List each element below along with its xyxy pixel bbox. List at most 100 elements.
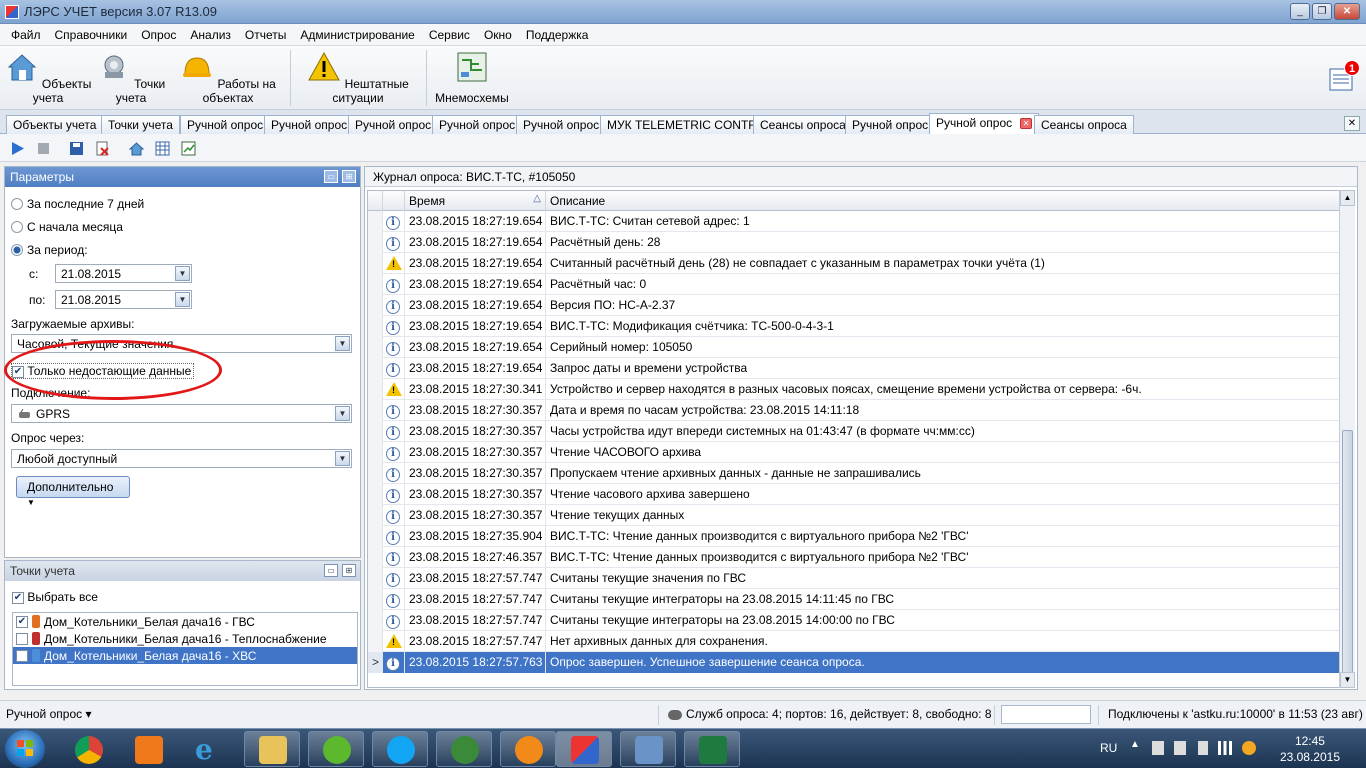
taskbar-lers-active[interactable] bbox=[556, 731, 612, 767]
archives-select[interactable]: Часовой, Текущие значения ▼ bbox=[11, 334, 352, 353]
close-button[interactable]: ✕ bbox=[1334, 3, 1360, 20]
chart-icon[interactable] bbox=[180, 140, 197, 157]
menu-analysis[interactable]: Анализ bbox=[183, 28, 238, 42]
table-row[interactable]: i 23.08.2015 18:27:19.654 ВИС.Т-ТС: Модифи… bbox=[368, 316, 1340, 337]
mnemo-button[interactable]: Мнемосхемы bbox=[432, 50, 512, 108]
taskbar-media-player[interactable] bbox=[120, 731, 176, 767]
table-row[interactable]: ! 23.08.2015 18:27:30.341 Устройство и сер… bbox=[368, 379, 1340, 400]
scroll-down-icon[interactable]: ▼ bbox=[1340, 672, 1355, 688]
table-row[interactable]: i 23.08.2015 18:27:35.904 ВИС.Т-ТС: Чтение… bbox=[368, 526, 1340, 547]
notifications-button[interactable]: 1 bbox=[1328, 60, 1360, 92]
table-row[interactable]: i 23.08.2015 18:27:19.654 ВИС.Т-ТС: Считан… bbox=[368, 211, 1340, 232]
tab-poll-sessions-1[interactable]: Сеансы опроса bbox=[753, 115, 853, 134]
vertical-scrollbar[interactable]: ▲ ▼ bbox=[1339, 190, 1355, 688]
checkbox-icon[interactable] bbox=[16, 632, 28, 645]
table-row[interactable]: i 23.08.2015 18:27:30.357 Дата и время по … bbox=[368, 400, 1340, 421]
panel-pin-button[interactable]: ⊞ bbox=[342, 170, 356, 183]
table-row[interactable]: > i 23.08.2015 18:27:57.763 Опрос завершен.… bbox=[368, 652, 1340, 673]
panel-pin-button[interactable]: ⊞ bbox=[342, 564, 356, 577]
menu-service[interactable]: Сервис bbox=[422, 28, 477, 42]
table-row[interactable]: i 23.08.2015 18:27:57.747 Считаны текущие … bbox=[368, 610, 1340, 631]
tab-manual-poll-active[interactable]: Ручной опрос ✕ bbox=[929, 113, 1040, 134]
table-row[interactable]: i 23.08.2015 18:27:19.654 Запрос даты и вр… bbox=[368, 358, 1340, 379]
table-row[interactable]: i 23.08.2015 18:27:30.357 Чтение ЧАСОВОГО … bbox=[368, 442, 1340, 463]
table-row[interactable]: i 23.08.2015 18:27:30.357 Чтение часового … bbox=[368, 484, 1340, 505]
tab-objects[interactable]: Объекты учета bbox=[6, 115, 104, 134]
table-row[interactable]: i 23.08.2015 18:27:30.357 Часы устройства … bbox=[368, 421, 1340, 442]
chevron-down-icon[interactable]: ▼ bbox=[175, 292, 190, 307]
table-row[interactable]: ! 23.08.2015 18:27:19.654 Считанный расчёт… bbox=[368, 253, 1340, 274]
table-row[interactable]: i 23.08.2015 18:27:19.654 Расчётный час: 0 bbox=[368, 274, 1340, 295]
table-row[interactable]: i 23.08.2015 18:27:19.654 Расчётный день: … bbox=[368, 232, 1340, 253]
list-item[interactable]: Дом_Котельники_Белая дача16 - Теплоснабж… bbox=[13, 630, 357, 647]
table-icon[interactable] bbox=[154, 140, 171, 157]
taskbar-ie[interactable]: e bbox=[180, 731, 236, 767]
select-all-checkbox[interactable]: ✔ Выбрать все bbox=[12, 590, 98, 604]
volume-icon[interactable] bbox=[1198, 741, 1208, 755]
scroll-thumb[interactable] bbox=[1342, 430, 1353, 675]
chevron-down-icon[interactable]: ▼ bbox=[335, 336, 350, 351]
tab-close-icon[interactable]: ✕ bbox=[1020, 118, 1033, 130]
checkbox-icon[interactable] bbox=[16, 649, 28, 662]
table-row[interactable]: i 23.08.2015 18:27:57.747 Считаны текущие … bbox=[368, 589, 1340, 610]
taskbar-control-panel[interactable] bbox=[620, 731, 676, 767]
table-row[interactable]: i 23.08.2015 18:27:46.357 ВИС.Т-ТС: Чтение… bbox=[368, 547, 1340, 568]
tab-manual-poll-2[interactable]: Ручной опрос bbox=[264, 115, 355, 134]
points-button[interactable]: Точки учета bbox=[96, 50, 166, 108]
taskbar-skype[interactable] bbox=[372, 731, 428, 767]
signal-icon[interactable] bbox=[1218, 741, 1232, 755]
table-row[interactable]: ! 23.08.2015 18:27:57.747 Нет архивных дан… bbox=[368, 631, 1340, 652]
taskbar-explorer[interactable] bbox=[244, 731, 300, 767]
only-missing-checkbox[interactable]: ✔ Только недостающие данные bbox=[11, 363, 195, 379]
tray-app-icon[interactable] bbox=[1242, 741, 1256, 755]
from-date-picker[interactable]: 21.08.2015 ▼ bbox=[55, 264, 192, 283]
table-row[interactable]: i 23.08.2015 18:27:19.654 Версия ПО: НС-А-… bbox=[368, 295, 1340, 316]
stop-icon[interactable] bbox=[35, 140, 52, 157]
to-date-picker[interactable]: 21.08.2015 ▼ bbox=[55, 290, 192, 309]
device-icon[interactable] bbox=[1174, 741, 1186, 755]
taskbar-icq[interactable] bbox=[308, 731, 364, 767]
option-period[interactable]: За период: bbox=[11, 243, 88, 257]
delete-icon[interactable] bbox=[94, 140, 111, 157]
play-icon[interactable] bbox=[9, 140, 26, 157]
close-all-tabs-button[interactable]: ✕ bbox=[1344, 116, 1360, 131]
menu-directories[interactable]: Справочники bbox=[48, 28, 135, 42]
table-row[interactable]: i 23.08.2015 18:27:30.357 Чтение текущих д… bbox=[368, 505, 1340, 526]
tab-poll-sessions-2[interactable]: Сеансы опроса bbox=[1034, 115, 1134, 134]
panel-minimize-button[interactable]: ▭ bbox=[324, 564, 338, 577]
incidents-button[interactable]: Нештатные ситуации bbox=[296, 50, 420, 108]
table-row[interactable]: i 23.08.2015 18:27:30.357 Пропускаем чтени… bbox=[368, 463, 1340, 484]
network-icon[interactable] bbox=[1152, 741, 1164, 755]
menu-poll[interactable]: Опрос bbox=[134, 28, 183, 42]
menu-reports[interactable]: Отчеты bbox=[238, 28, 293, 42]
tab-manual-poll-3[interactable]: Ручной опрос bbox=[348, 115, 439, 134]
tray-expand-icon[interactable]: ▲ bbox=[1130, 739, 1140, 750]
taskbar-stats[interactable] bbox=[436, 731, 492, 767]
scroll-up-icon[interactable]: ▲ bbox=[1340, 190, 1355, 206]
menu-admin[interactable]: Администрирование bbox=[293, 28, 421, 42]
save-icon[interactable] bbox=[68, 140, 85, 157]
option-last-7-days[interactable]: За последние 7 дней bbox=[11, 197, 144, 211]
taskbar-excel[interactable] bbox=[684, 731, 740, 767]
objects-button[interactable]: Объекты учета bbox=[4, 50, 92, 108]
tab-points[interactable]: Точки учета bbox=[101, 115, 180, 134]
column-time[interactable]: Время △ bbox=[405, 191, 546, 211]
panel-minimize-button[interactable]: ▭ bbox=[324, 170, 338, 183]
maximize-button[interactable]: ❐ bbox=[1312, 3, 1332, 20]
table-row[interactable]: i 23.08.2015 18:27:57.747 Считаны текущие … bbox=[368, 568, 1340, 589]
clock[interactable]: 12:45 23.08.2015 bbox=[1280, 733, 1340, 765]
checkbox-checked-icon[interactable]: ✔ bbox=[16, 615, 28, 628]
menu-file[interactable]: Файл bbox=[4, 28, 48, 42]
option-since-month[interactable]: С начала месяца bbox=[11, 220, 123, 234]
tab-manual-poll-5[interactable]: Ручной опрос bbox=[516, 115, 607, 134]
chevron-down-icon[interactable]: ▼ bbox=[335, 406, 350, 421]
table-row[interactable]: i 23.08.2015 18:27:19.654 Серийный номер: … bbox=[368, 337, 1340, 358]
taskbar-avast[interactable] bbox=[500, 731, 556, 767]
list-item[interactable]: ✔ Дом_Котельники_Белая дача16 - ГВС bbox=[13, 613, 357, 630]
menu-window[interactable]: Окно bbox=[477, 28, 519, 42]
menu-support[interactable]: Поддержка bbox=[519, 28, 596, 42]
tab-manual-poll-4[interactable]: Ручной опрос bbox=[432, 115, 523, 134]
works-button[interactable]: Работы на объектах bbox=[172, 50, 284, 108]
tab-manual-poll-1[interactable]: Ручной опрос bbox=[180, 115, 271, 134]
mode-dropdown[interactable]: Ручной опрос ▾ bbox=[6, 707, 91, 721]
